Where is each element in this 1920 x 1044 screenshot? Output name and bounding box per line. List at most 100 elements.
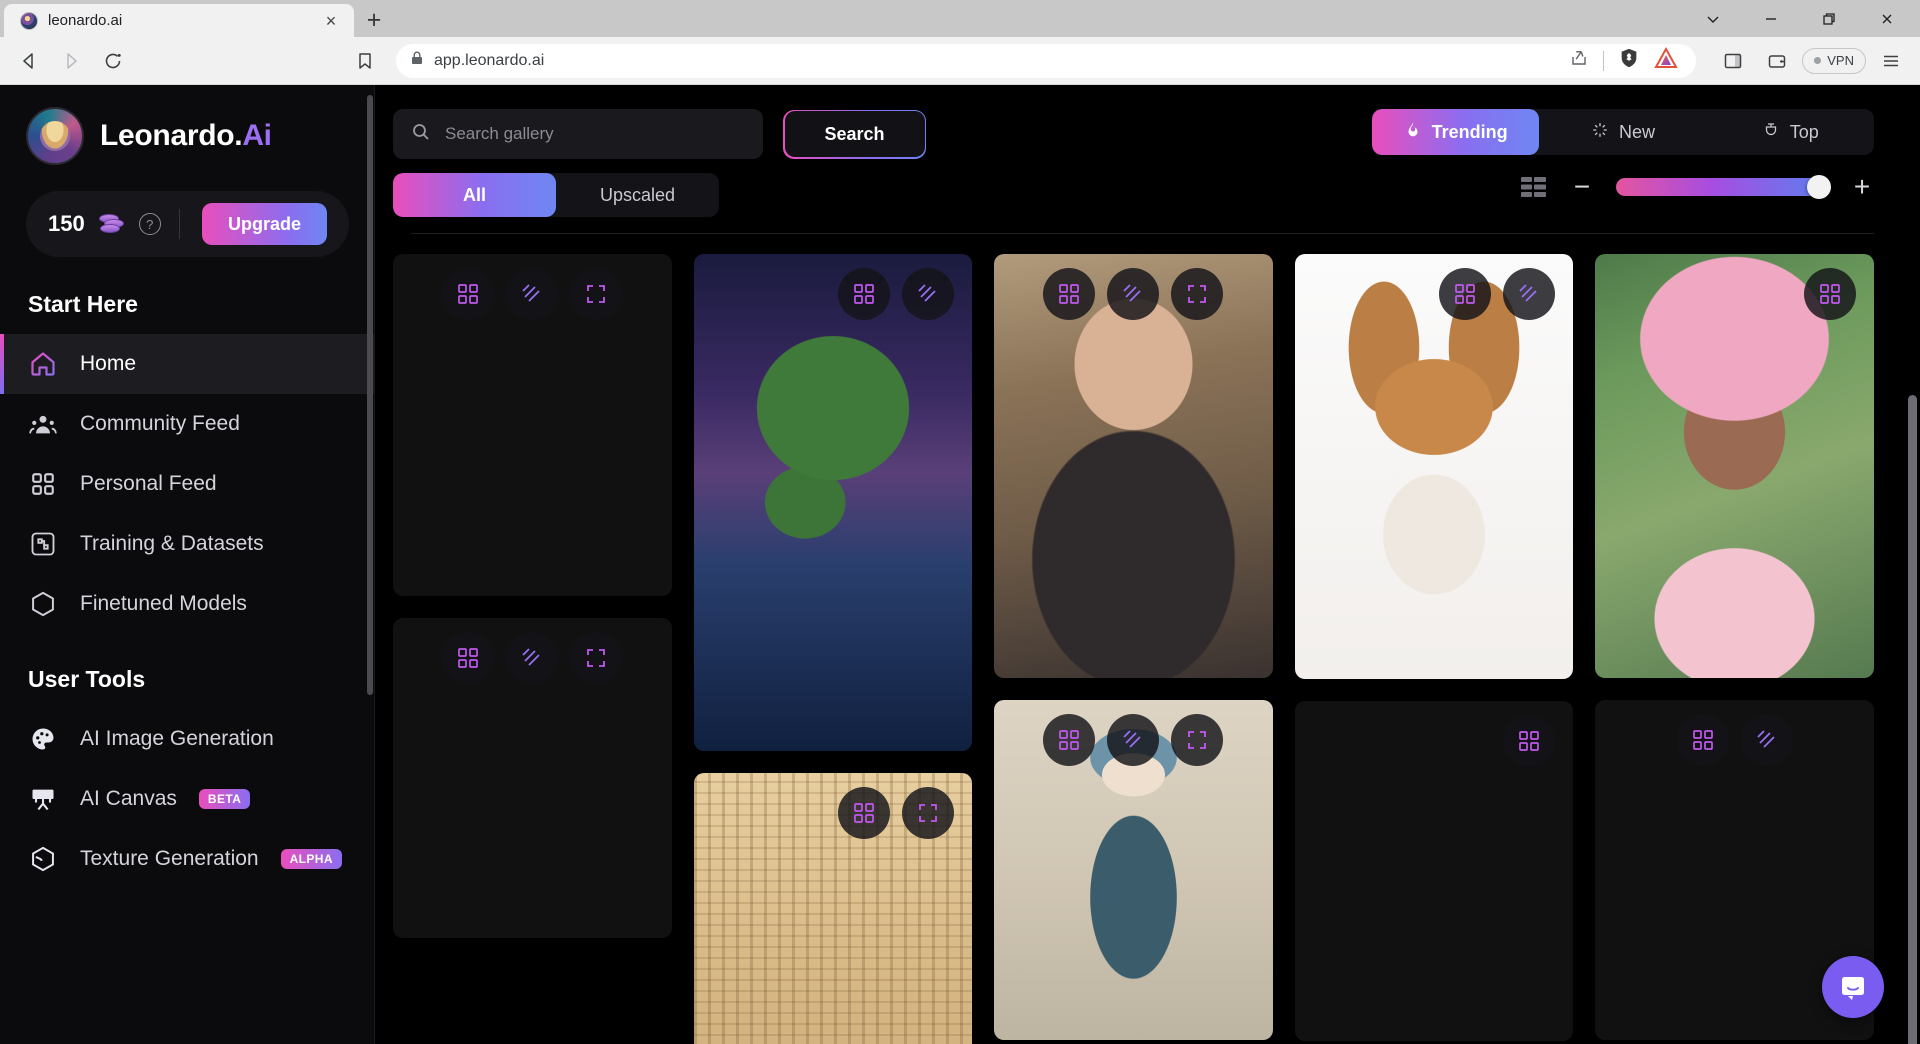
help-question-icon[interactable]: ? [138, 213, 161, 235]
upgrade-button[interactable]: Upgrade [201, 203, 327, 245]
fullscreen-icon[interactable] [1171, 714, 1224, 766]
remix-icon[interactable] [1676, 714, 1729, 766]
tab-title: leonardo.ai [48, 12, 123, 29]
vpn-toggle[interactable]: VPN [1802, 47, 1866, 74]
sparkle-icon [1591, 121, 1609, 144]
upscale-icon[interactable] [902, 268, 955, 320]
leonardo-favicon-icon [20, 11, 38, 30]
remix-icon[interactable] [838, 268, 891, 320]
tab-trending[interactable]: Trending [1372, 109, 1540, 155]
tab-label: Trending [1431, 121, 1508, 142]
search-button[interactable]: Search [784, 111, 925, 157]
upscale-icon[interactable] [1503, 268, 1556, 320]
zoom-in-button[interactable]: + [1850, 173, 1874, 201]
fullscreen-icon[interactable] [902, 787, 955, 839]
sidebar-scrollbar[interactable] [367, 95, 373, 695]
search-button-wrapper: Search [783, 109, 926, 159]
gallery-card[interactable] [1294, 701, 1574, 1041]
chevron-down-icon[interactable] [1684, 0, 1742, 37]
remix-icon[interactable] [442, 268, 495, 320]
sidebar-item-ai-canvas[interactable]: AI Canvas BETA [0, 769, 375, 829]
palette-icon [28, 724, 58, 754]
card-action-overlay [1595, 714, 1874, 766]
sidebar-item-community-feed[interactable]: Community Feed [0, 394, 375, 454]
hamburger-menu-icon[interactable] [1872, 42, 1910, 80]
sidebar-item-label: Training & Datasets [80, 532, 264, 555]
reload-icon[interactable] [94, 42, 132, 80]
gallery-card[interactable] [693, 773, 973, 1044]
page-title: Leonardo.Ai [100, 119, 272, 153]
brave-lion-icon[interactable] [1618, 47, 1640, 74]
remix-icon[interactable] [442, 632, 495, 684]
sidebar-item-texture-generation[interactable]: Texture Generation ALPHA [0, 829, 375, 889]
gallery-card[interactable] [693, 254, 973, 751]
gallery-card[interactable] [1294, 254, 1574, 679]
address-bar[interactable]: app.leonardo.ai [396, 43, 1697, 78]
restore-icon[interactable] [1800, 0, 1858, 37]
sidebar-item-label: AI Canvas [80, 787, 177, 810]
filter-tab-all[interactable]: All [393, 173, 556, 217]
sidebar-item-personal-feed[interactable]: Personal Feed [0, 454, 375, 514]
main-content: Search All Upscaled Trending [375, 85, 1920, 1044]
brand-logo-block[interactable]: Leonardo.Ai [0, 107, 375, 165]
new-tab-button[interactable]: + [354, 4, 394, 37]
card-action-overlay [1295, 715, 1574, 767]
cube-icon [28, 589, 58, 619]
zoom-slider[interactable] [1616, 175, 1831, 199]
remix-icon[interactable] [1043, 714, 1096, 766]
sidebar-item-label: Community Feed [80, 412, 240, 435]
brave-rewards-triangle-icon[interactable] [1654, 46, 1678, 74]
close-icon[interactable]: × [320, 12, 342, 30]
close-window-icon[interactable] [1858, 0, 1916, 37]
search-input[interactable] [445, 124, 745, 144]
gallery-image [693, 254, 973, 751]
bookmark-icon[interactable] [346, 42, 384, 80]
easel-icon [28, 784, 58, 814]
remix-icon[interactable] [1439, 268, 1492, 320]
sidebar-item-training-datasets[interactable]: Training & Datasets [0, 514, 375, 574]
wallet-icon[interactable] [1758, 42, 1796, 80]
upscale-icon[interactable] [1740, 714, 1793, 766]
share-icon[interactable] [1569, 48, 1589, 73]
card-action-overlay [1595, 268, 1874, 320]
lock-icon [410, 50, 424, 71]
upscale-icon[interactable] [506, 268, 559, 320]
upscale-icon[interactable] [1107, 268, 1160, 320]
remix-icon[interactable] [1803, 268, 1856, 320]
sidebar-item-home[interactable]: Home [0, 334, 375, 394]
gallery-card[interactable] [393, 618, 672, 938]
intercom-chat-icon[interactable] [1822, 956, 1884, 1018]
fullscreen-icon[interactable] [1171, 268, 1224, 320]
minimize-icon[interactable] [1742, 0, 1800, 37]
card-action-overlay [1295, 268, 1574, 320]
page-scrollbar[interactable] [1908, 395, 1917, 1044]
sidebar-item-ai-image-generation[interactable]: AI Image Generation [0, 709, 375, 769]
gallery-card[interactable] [994, 700, 1273, 1040]
grid-density-icon[interactable] [1520, 175, 1548, 199]
credits-amount: 150 [48, 211, 85, 236]
sidebar-item-finetuned-models[interactable]: Finetuned Models [0, 574, 375, 634]
remix-icon[interactable] [1503, 715, 1556, 767]
upscale-icon[interactable] [506, 632, 559, 684]
remix-icon[interactable] [838, 787, 891, 839]
tab-new[interactable]: New [1539, 109, 1706, 155]
browser-tab[interactable]: leonardo.ai × [4, 4, 354, 37]
fullscreen-icon[interactable] [570, 632, 623, 684]
dataset-chip-icon [28, 529, 58, 559]
filter-tab-upscaled[interactable]: Upscaled [556, 173, 719, 217]
forward-icon[interactable] [52, 42, 90, 80]
gallery-card[interactable] [1595, 254, 1874, 678]
fullscreen-icon[interactable] [570, 268, 623, 320]
gallery-card[interactable] [994, 254, 1273, 678]
sidebar-panel-icon[interactable] [1714, 42, 1752, 80]
zoom-out-button[interactable]: − [1570, 173, 1594, 201]
remix-icon[interactable] [1043, 268, 1096, 320]
card-action-overlay [994, 714, 1273, 766]
gallery-card[interactable] [393, 254, 672, 596]
zoom-slider-knob[interactable] [1807, 175, 1831, 199]
back-icon[interactable] [10, 42, 48, 80]
search-input-wrapper[interactable] [393, 109, 763, 159]
tab-top[interactable]: Top [1707, 109, 1874, 155]
upscale-icon[interactable] [1107, 714, 1160, 766]
gallery-toolbar: Search All Upscaled Trending [375, 85, 1920, 234]
